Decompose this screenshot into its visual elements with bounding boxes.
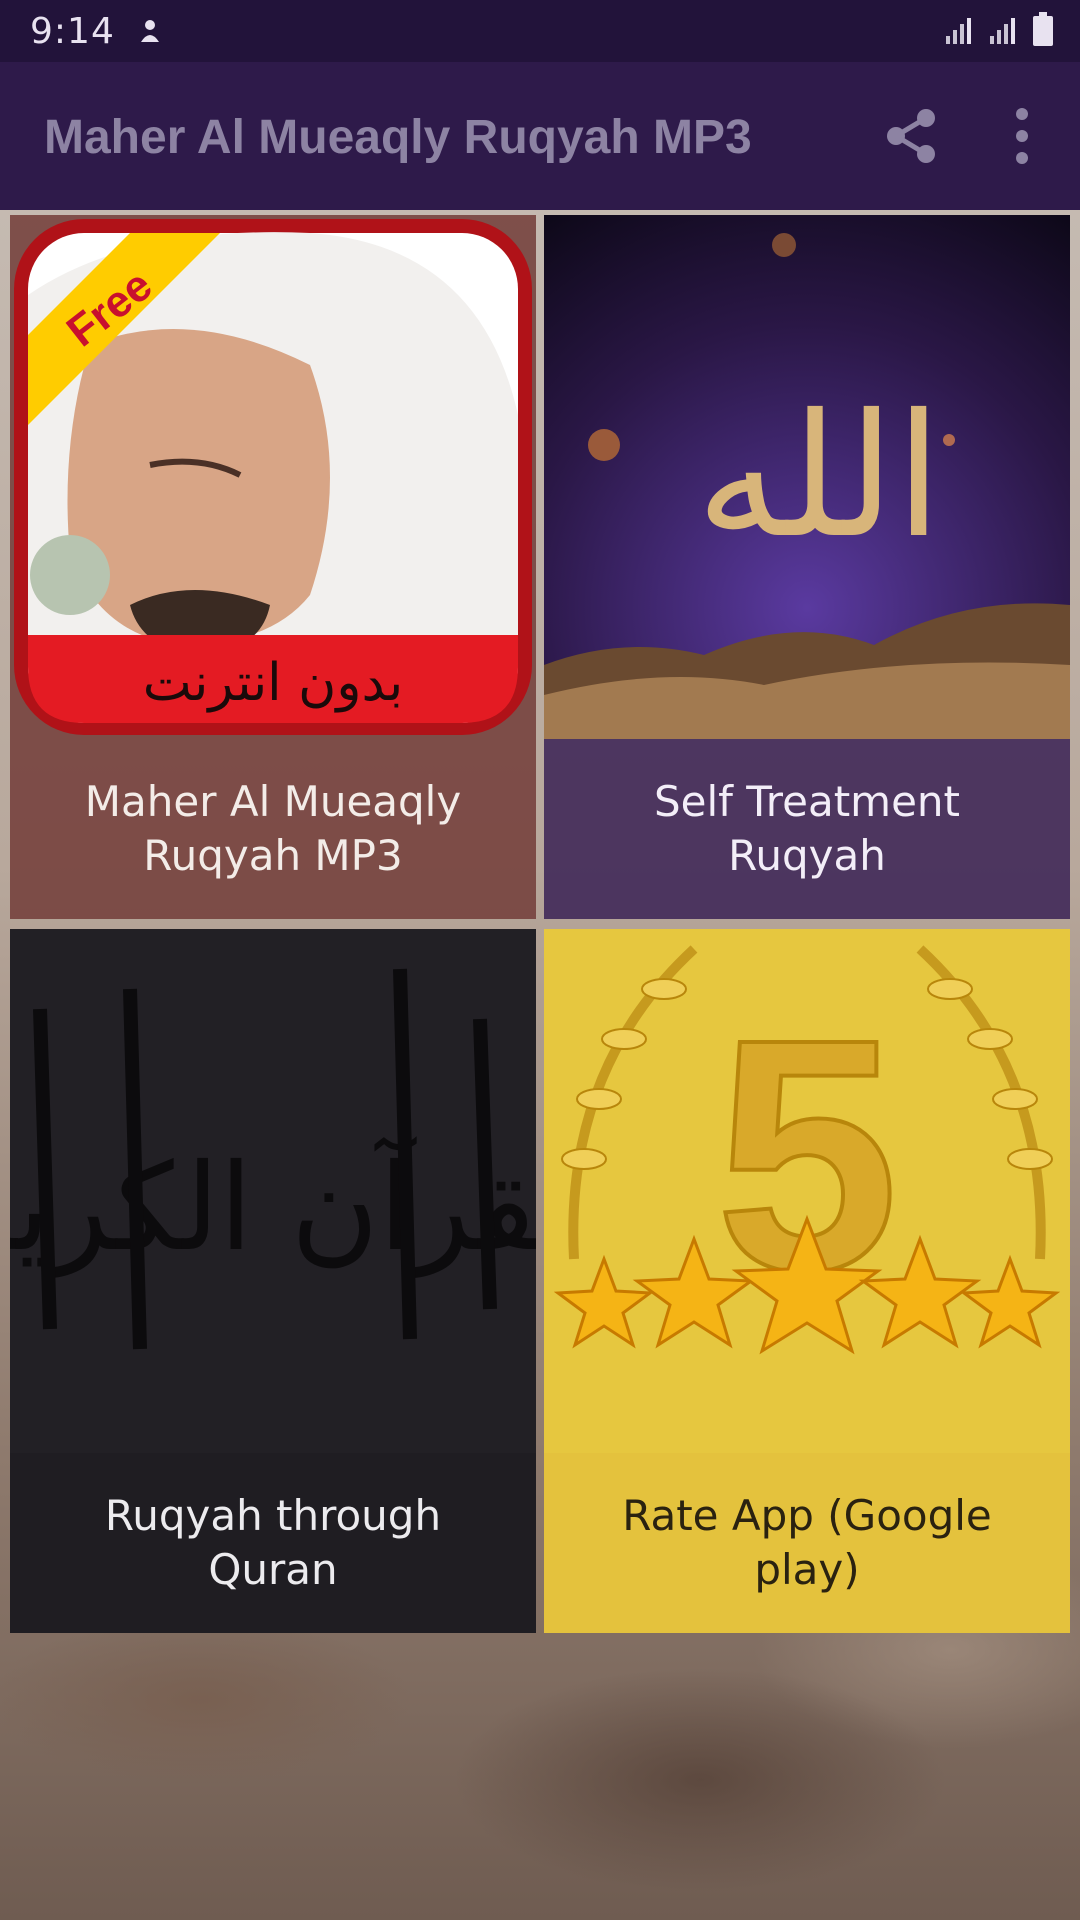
more-options-icon[interactable]: [1000, 104, 1044, 168]
signal-icon: [946, 18, 971, 44]
status-bar: 9:14: [0, 0, 1080, 62]
tile-label: Maher Al Mueaqly Ruqyah MP3: [84, 777, 462, 880]
tile-rate-app[interactable]: 5 Rate App (Google play): [544, 929, 1070, 1633]
share-icon[interactable]: [880, 104, 944, 168]
signal-icon-2: [990, 18, 1015, 44]
tile-label: Self Treatment Ruqyah: [653, 777, 961, 880]
allah-calligraphy-image: الله: [544, 215, 1070, 739]
offline-banner-text: بدون انترنت: [143, 653, 403, 713]
tile-label: Rate App (Google play): [622, 1491, 992, 1594]
tile-self-treatment[interactable]: الله Self Treatment Ruqyah: [544, 215, 1070, 919]
five-stars-image: 5: [544, 929, 1070, 1453]
app-bar: Maher Al Mueaqly Ruqyah MP3: [0, 62, 1080, 210]
battery-icon: [1033, 12, 1053, 46]
status-time: 9:14: [30, 10, 115, 52]
app-title: Maher Al Mueaqly Ruqyah MP3: [44, 111, 752, 164]
tile-label: Ruqyah through Quran: [104, 1491, 442, 1594]
notification-icon: [140, 20, 159, 42]
tile-maher-ruqyah[interactable]: Free بدون انترنت Maher Al Mueaqly Ruqyah…: [10, 215, 536, 919]
maher-app-icon: Free بدون انترنت: [14, 219, 532, 735]
tile-ruqyah-quran[interactable]: القرآن الكريم Ruqyah through Quran: [10, 929, 536, 1633]
quran-calligraphy: القرآن الكريم: [10, 1136, 536, 1279]
quran-calligraphy-image: القرآن الكريم: [10, 929, 536, 1453]
allah-calligraphy: الله: [696, 378, 942, 576]
